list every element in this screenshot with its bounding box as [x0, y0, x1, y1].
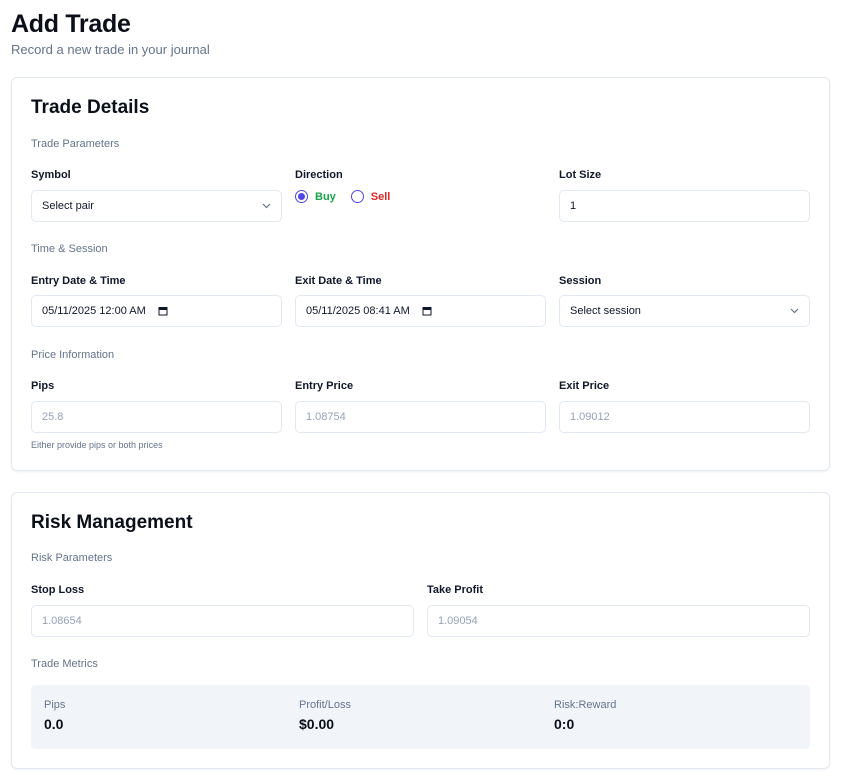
time-session-label: Time & Session [31, 243, 108, 255]
direction-option-sell[interactable]: Sell [350, 190, 391, 203]
lot-size-input[interactable]: 1 [559, 190, 810, 222]
stop-loss-placeholder: 1.08654 [42, 615, 82, 627]
risk-management-title: Risk Management [31, 512, 193, 533]
metric-pips-label: Pips [44, 699, 66, 711]
metric-risk-reward: Risk:Reward 0:0 [554, 699, 616, 732]
entry-datetime-value: 05/11/2025 12:00 AM [42, 305, 146, 317]
trade-details-card: Trade Details Trade Parameters Symbol Se… [11, 77, 830, 471]
direction-option-buy[interactable]: Buy [295, 190, 336, 203]
lot-size-label: Lot Size [559, 169, 602, 181]
price-information-label: Price Information [31, 349, 115, 361]
pips-placeholder: 25.8 [42, 411, 64, 423]
exit-datetime-label: Exit Date & Time [295, 275, 382, 287]
direction-label: Direction [295, 169, 343, 181]
session-select[interactable]: Select session [559, 295, 810, 327]
pips-helper-text: Either provide pips or both prices [31, 440, 163, 450]
lot-size-value: 1 [570, 200, 577, 212]
sell-radio[interactable] [350, 190, 364, 203]
exit-price-placeholder: 1.09012 [570, 411, 610, 423]
risk-management-card: Risk Management Risk Parameters Stop Los… [11, 492, 830, 769]
calendar-icon[interactable] [158, 306, 168, 316]
calendar-icon[interactable] [422, 306, 432, 316]
trade-metrics-label: Trade Metrics [31, 658, 98, 670]
exit-price-input[interactable]: 1.09012 [559, 401, 810, 433]
exit-datetime-input[interactable]: 05/11/2025 08:41 AM [295, 295, 546, 327]
entry-price-label: Entry Price [295, 380, 354, 392]
session-select-value: Select session [570, 305, 641, 317]
trade-parameters-label: Trade Parameters [31, 138, 120, 150]
direction-radio-group: Buy Sell [295, 190, 405, 203]
chevron-down-icon [261, 201, 271, 211]
buy-radio-label: Buy [315, 190, 336, 203]
metric-pips-value: 0.0 [44, 716, 64, 732]
metric-risk-reward-label: Risk:Reward [554, 699, 617, 711]
chevron-down-icon [789, 306, 799, 316]
symbol-label: Symbol [31, 169, 71, 181]
page-subtitle: Record a new trade in your journal [11, 42, 210, 57]
entry-datetime-label: Entry Date & Time [31, 275, 126, 287]
symbol-select[interactable]: Select pair [31, 190, 282, 222]
entry-price-placeholder: 1.08754 [306, 411, 346, 423]
trade-details-title: Trade Details [31, 97, 150, 118]
take-profit-input[interactable]: 1.09054 [427, 605, 810, 637]
sell-radio-label: Sell [370, 190, 391, 203]
add-trade-page: Add Trade Record a new trade in your jou… [0, 0, 842, 778]
pips-input[interactable]: 25.8 [31, 401, 282, 433]
pips-label: Pips [31, 380, 55, 392]
metric-profit-loss: Profit/Loss $0.00 [299, 699, 351, 732]
trade-metrics-panel: Pips 0.0 Profit/Loss $0.00 Risk:Reward 0… [31, 685, 810, 749]
metric-risk-reward-value: 0:0 [554, 716, 575, 732]
metric-profit-loss-label: Profit/Loss [299, 699, 351, 711]
stop-loss-label: Stop Loss [31, 584, 85, 596]
entry-price-input[interactable]: 1.08754 [295, 401, 546, 433]
take-profit-placeholder: 1.09054 [438, 615, 478, 627]
session-label: Session [559, 275, 602, 287]
symbol-select-value: Select pair [42, 200, 94, 212]
metric-profit-loss-value: $0.00 [299, 716, 335, 732]
stop-loss-input[interactable]: 1.08654 [31, 605, 414, 637]
page-title: Add Trade [11, 10, 131, 38]
take-profit-label: Take Profit [427, 584, 484, 596]
exit-datetime-value: 05/11/2025 08:41 AM [306, 305, 410, 317]
entry-datetime-input[interactable]: 05/11/2025 12:00 AM [31, 295, 282, 327]
exit-price-label: Exit Price [559, 380, 610, 392]
buy-radio[interactable] [295, 190, 308, 203]
risk-parameters-label: Risk Parameters [31, 552, 113, 564]
metric-pips: Pips 0.0 [44, 699, 65, 732]
